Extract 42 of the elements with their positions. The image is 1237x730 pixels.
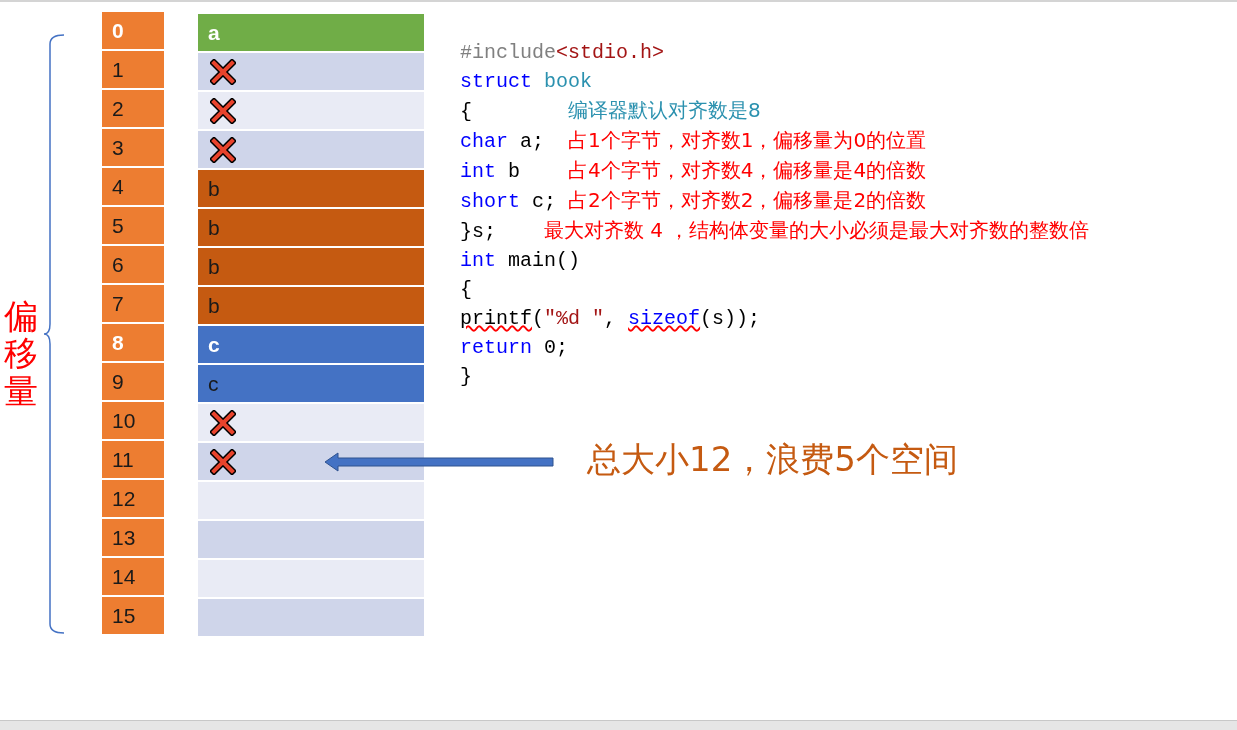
offset-cell: 3 bbox=[102, 129, 164, 166]
code-line: char a; 占1个字节，对齐数1，偏移量为0的位置 bbox=[460, 127, 928, 155]
cross-icon bbox=[210, 136, 236, 163]
code-line: #include<stdio.h> bbox=[460, 40, 666, 66]
cross-icon bbox=[210, 448, 236, 475]
offset-cell: 5 bbox=[102, 207, 164, 244]
member-cell: b bbox=[198, 287, 424, 324]
offset-cell: 13 bbox=[102, 519, 164, 556]
member-cell: c bbox=[198, 326, 424, 363]
member-cell: c bbox=[198, 365, 424, 402]
offset-cell: 7 bbox=[102, 285, 164, 322]
offset-cell: 2 bbox=[102, 90, 164, 127]
code-line: short c; 占2个字节，对齐数2，偏移量是2的倍数 bbox=[460, 187, 928, 215]
annotation-text: 总大小12，浪费5个空间 bbox=[587, 438, 958, 481]
offset-cell: 15 bbox=[102, 597, 164, 634]
offset-cell: 10 bbox=[102, 402, 164, 439]
offset-cell: 12 bbox=[102, 480, 164, 517]
offset-cell: 0 bbox=[102, 12, 164, 49]
offset-cell: 6 bbox=[102, 246, 164, 283]
code-line: int main() bbox=[460, 248, 582, 274]
offset-cell: 8 bbox=[102, 324, 164, 361]
code-line: { bbox=[460, 277, 473, 303]
offset-cell: 9 bbox=[102, 363, 164, 400]
code-line: printf("%d ", sizeof(s)); bbox=[460, 306, 762, 332]
offset-cell: 14 bbox=[102, 558, 164, 595]
cross-icon bbox=[210, 97, 236, 124]
code-line: int b 占4个字节，对齐数4，偏移量是4的倍数 bbox=[460, 157, 928, 185]
cross-icon bbox=[210, 409, 236, 436]
member-cell: b bbox=[198, 209, 424, 246]
code-line: { 编译器默认对齐数是8 bbox=[460, 97, 762, 125]
member-cell: b bbox=[198, 170, 424, 207]
member-cell: a bbox=[198, 14, 424, 51]
axis-label: 偏移量 bbox=[4, 298, 38, 411]
offset-cell: 11 bbox=[102, 441, 164, 478]
member-cell: b bbox=[198, 248, 424, 285]
code-line: struct book bbox=[460, 69, 594, 95]
cross-icon bbox=[210, 58, 236, 85]
code-line: return 0; bbox=[460, 335, 570, 361]
offset-cell: 4 bbox=[102, 168, 164, 205]
code-line: }s; 最大对齐数 4 ，结构体变量的大小必须是最大对齐数的整数倍 bbox=[460, 217, 1090, 245]
offset-cell: 1 bbox=[102, 51, 164, 88]
code-line: } bbox=[460, 364, 473, 390]
